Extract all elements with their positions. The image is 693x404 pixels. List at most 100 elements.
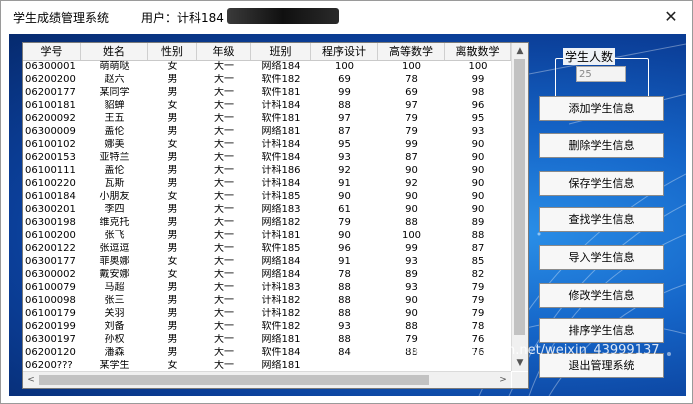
table-cell: 69 (338, 74, 351, 85)
table-cell: 潘森 (104, 347, 125, 358)
table-cell: 女 (167, 269, 178, 280)
table-cell: 93 (405, 282, 418, 293)
table-cell: 88 (405, 217, 418, 228)
table-cell: 网络182 (261, 217, 301, 228)
table-row[interactable]: 06100111 盖伦 男 大一 计科186 92 90 90 (23, 165, 511, 177)
table-cell: 06200092 (25, 113, 76, 124)
table-cell: 91 (338, 256, 351, 267)
table-cell: 女 (167, 256, 178, 267)
table-cell: 娜美 (104, 139, 125, 150)
table-row[interactable]: 06300177 菲奥娜 女 大一 网络184 91 93 85 (23, 256, 511, 268)
table-cell: 李四 (104, 204, 125, 215)
table-cell: 大一 (214, 334, 234, 345)
table-cell: 93 (471, 126, 485, 137)
edit-student-button[interactable]: 修改学生信息 (539, 283, 664, 308)
column-header[interactable]: 姓名 (81, 43, 148, 60)
table-row[interactable]: 06100098 张三 男 大一 计科182 88 90 79 (23, 295, 511, 307)
table-row[interactable]: 06100220 瓦斯 男 大一 计科184 91 92 90 (23, 178, 511, 190)
table-row[interactable]: 06300009 盖伦 男 大一 网络181 87 79 93 (23, 126, 511, 138)
column-header[interactable]: 高等数学 (378, 43, 445, 60)
table-cell: 99 (338, 87, 351, 98)
table-cell: 87 (471, 243, 485, 254)
table-cell: 90 (405, 204, 418, 215)
column-header[interactable]: 年级 (197, 43, 251, 60)
table-cell: 男 (167, 321, 178, 332)
student-table[interactable]: 学号 姓名 性别 年级 班别 程序设计 高等数学 离散数学 06300001 萌萌哒女大一 网络1… (22, 42, 529, 389)
table-cell: 软件184 (261, 152, 301, 163)
table-cell: 97 (405, 100, 418, 111)
add-student-button[interactable]: 添加学生信息 (539, 96, 664, 121)
table-cell: 大一 (214, 282, 234, 293)
table-cell: 王五 (104, 113, 125, 124)
horizontal-scrollbar[interactable]: < > (23, 371, 511, 388)
table-row[interactable]: 06100179 关羽 男 大一 计科182 88 90 79 (23, 308, 511, 320)
table-cell: 男 (167, 347, 178, 358)
table-cell: 06200200 (25, 74, 76, 85)
scroll-left-icon[interactable]: < (23, 372, 39, 388)
table-row[interactable]: 06100200 张飞 男 大一 计科181 90 100 88 (23, 230, 511, 242)
table-row[interactable]: 06200122 张逗逗 男 大一 软件185 96 99 87 (23, 243, 511, 255)
close-icon[interactable]: ✕ (660, 6, 682, 28)
table-cell: 大一 (214, 113, 234, 124)
table-cell: 计科185 (261, 191, 301, 202)
table-cell: 90 (405, 165, 418, 176)
table-cell: 软件184 (261, 347, 301, 358)
column-header[interactable]: 学号 (23, 43, 81, 60)
table-cell: 97 (338, 113, 351, 124)
table-row[interactable]: 06200177 某同学 男 大一 软件181 99 69 98 (23, 87, 511, 99)
table-cell: 计科184 (261, 100, 301, 111)
table-cell: 男 (167, 152, 178, 163)
table-row[interactable]: 06300001 萌萌哒 女 大一 网络184 100 100 100 (23, 61, 511, 73)
column-header[interactable]: 性别 (148, 43, 197, 60)
student-count-label: 学生人数 (563, 48, 616, 65)
vertical-scroll-thumb[interactable] (514, 59, 525, 335)
scroll-right-icon[interactable]: > (495, 372, 511, 388)
horizontal-scroll-thumb[interactable] (39, 375, 429, 385)
table-cell: 99 (405, 243, 418, 254)
student-count-field[interactable]: 25 (576, 66, 626, 82)
table-row[interactable]: 06300198 维克托 男 大一 网络182 79 88 89 (23, 217, 511, 229)
table-cell: 06300197 (25, 334, 76, 345)
scrollbar-corner (512, 372, 528, 388)
table-cell: 男 (167, 243, 178, 254)
table-row[interactable]: 06100184 小朋友 女 大一 计科185 90 90 90 (23, 191, 511, 203)
vertical-scrollbar[interactable]: ▲ ▼ (511, 43, 528, 371)
column-header[interactable]: 班别 (251, 43, 311, 60)
table-row[interactable]: 06200200 赵六 男 大一 软件182 69 78 99 (23, 74, 511, 86)
table-cell: 张飞 (104, 230, 125, 241)
table-row[interactable]: 06100181 貂蝉 女 大一 计科184 88 97 96 (23, 100, 511, 112)
table-cell: 大一 (214, 256, 234, 267)
table-cell: 78 (471, 321, 485, 332)
table-row[interactable]: 06200153 亚特兰 男 大一 软件184 93 87 90 (23, 152, 511, 164)
save-student-button[interactable]: 保存学生信息 (539, 171, 664, 196)
column-header[interactable]: 离散数学 (445, 43, 511, 60)
table-cell: 大一 (214, 360, 234, 371)
sort-student-button[interactable]: 排序学生信息 (539, 318, 664, 343)
table-cell: 刘备 (104, 321, 125, 332)
table-cell: 大一 (214, 204, 234, 215)
table-row[interactable]: 06300201 李四 男 大一 网络183 61 90 90 (23, 204, 511, 216)
table-row[interactable]: 06100079 马超 男 大一 计科183 88 93 79 (23, 282, 511, 294)
table-cell: 06100098 (25, 295, 76, 306)
table-cell: 小朋友 (99, 191, 130, 202)
table-row[interactable]: 06200092 王五 男 大一 软件181 97 79 95 (23, 113, 511, 125)
table-cell: 90 (338, 230, 351, 241)
table-cell: 男 (167, 217, 178, 228)
scroll-up-icon[interactable]: ▲ (512, 43, 528, 59)
table-cell: 网络183 (261, 204, 301, 215)
table-cell: 91 (338, 178, 351, 189)
column-header[interactable]: 程序设计 (311, 43, 378, 60)
table-row[interactable]: 06300002 戴安娜 女 大一 网络184 78 89 82 (23, 269, 511, 281)
table-row[interactable]: 06100102 娜美 女 大一 计科184 95 99 90 (23, 139, 511, 151)
table-cell: 戴安娜 (99, 269, 130, 280)
table-cell (311, 360, 378, 371)
table-row[interactable]: 06200??? 某学生 女 大一 网络181 (23, 360, 511, 371)
table-cell: 大一 (214, 295, 234, 306)
find-student-button[interactable]: 查找学生信息 (539, 207, 664, 232)
table-cell: 女 (167, 360, 178, 371)
table-cell: 100 (401, 61, 422, 72)
table-row[interactable]: 06200199 刘备 男 大一 软件182 93 88 78 (23, 321, 511, 333)
delete-student-button[interactable]: 删除学生信息 (539, 133, 664, 158)
table-cell: 93 (338, 152, 351, 163)
import-student-button[interactable]: 导入学生信息 (539, 245, 664, 270)
